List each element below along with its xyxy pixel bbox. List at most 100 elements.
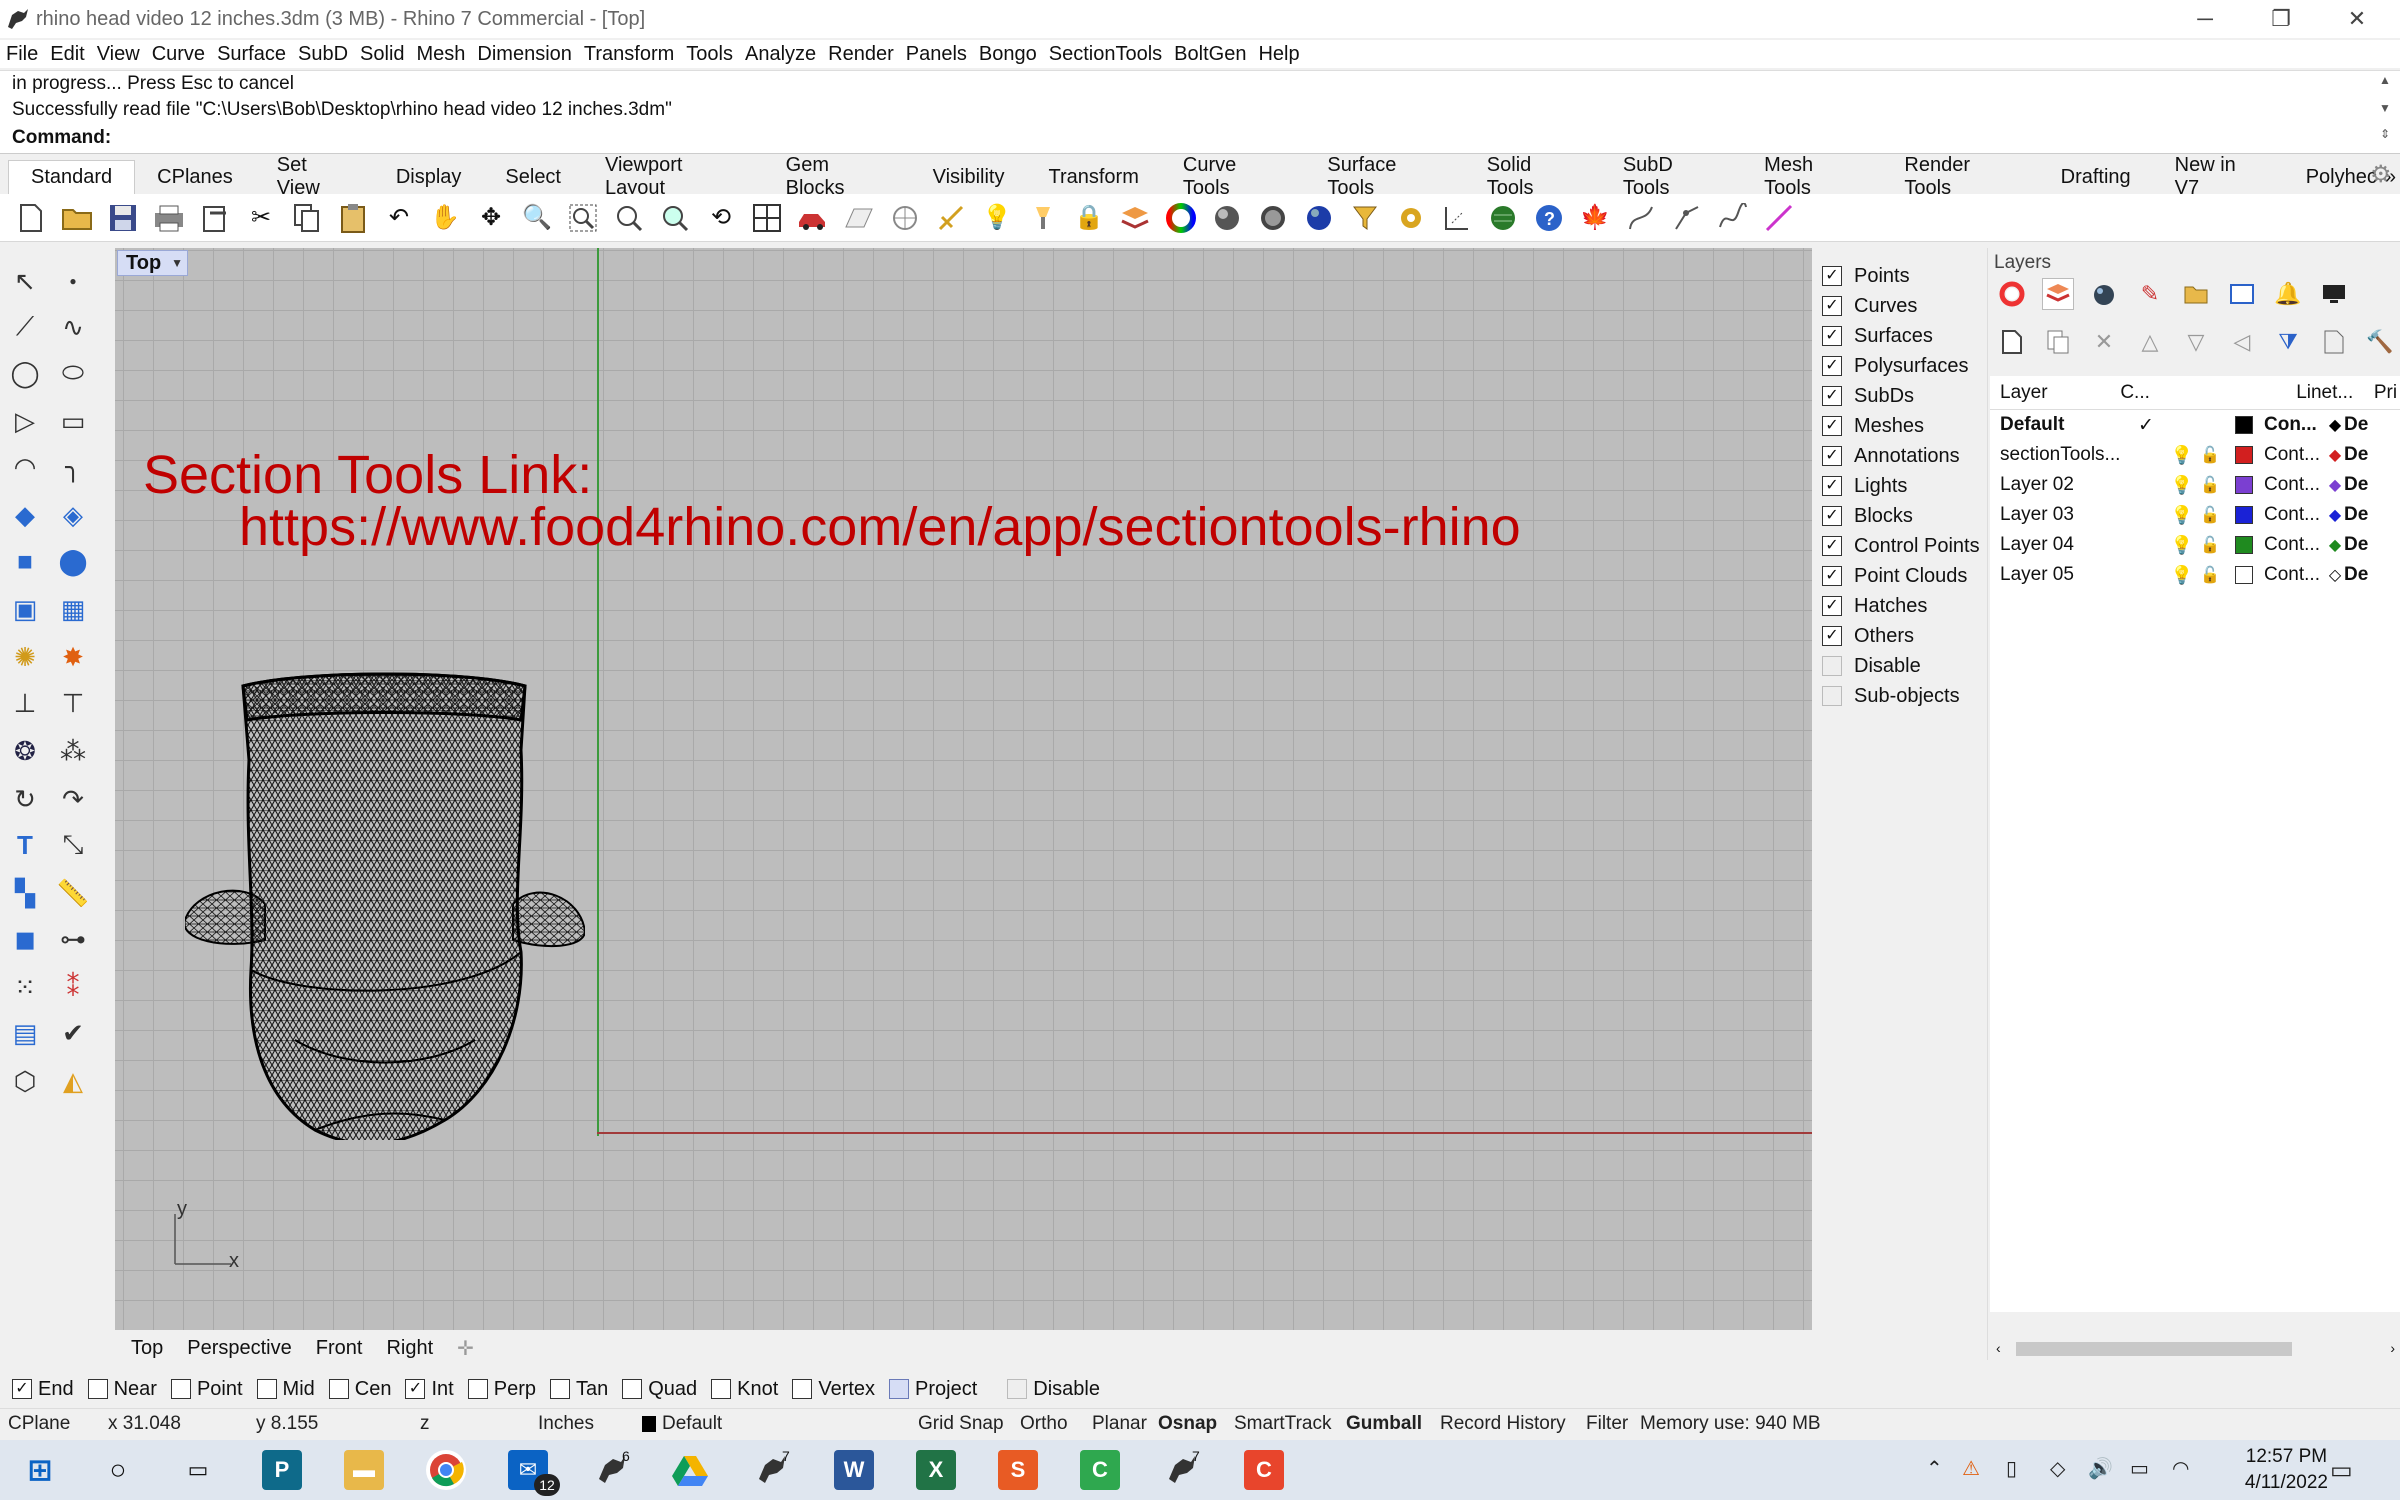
checkbox[interactable] xyxy=(889,1379,910,1399)
analyze-icon[interactable]: ◭ xyxy=(54,1062,92,1100)
menu-file[interactable]: File xyxy=(6,43,38,66)
color-swatch[interactable] xyxy=(2235,566,2253,584)
layer-row[interactable]: Layer 02 💡 🔓 Cont... ◆ De xyxy=(1990,470,2400,500)
zoom-window-icon[interactable] xyxy=(566,201,600,235)
menu-sectiontools[interactable]: SectionTools xyxy=(1049,43,1162,66)
menu-subd[interactable]: SubD xyxy=(298,43,348,66)
object-icon[interactable]: ⬡ xyxy=(6,1062,44,1100)
tab-subd-tools[interactable]: SubD Tools xyxy=(1601,154,1742,199)
add-viewport-icon[interactable]: ✛ xyxy=(457,1336,474,1361)
osnap-item[interactable]: Tan xyxy=(549,1378,608,1401)
menu-boltgen[interactable]: BoltGen xyxy=(1174,43,1246,66)
battery-icon[interactable]: ▭ xyxy=(2130,1456,2149,1481)
dimension-icon[interactable]: ⤡ xyxy=(54,826,92,864)
explode-icon[interactable]: ✸ xyxy=(54,638,92,676)
filter-item[interactable]: ✓ SubDs xyxy=(1822,382,1914,410)
display-rendered-icon[interactable] xyxy=(1256,201,1290,235)
osnap-item[interactable]: Knot xyxy=(711,1378,778,1401)
filter-item[interactable]: ✓ Meshes xyxy=(1822,412,1924,440)
filter-item[interactable]: ✓ Surfaces xyxy=(1822,322,1933,350)
layer-name[interactable]: Layer 04 xyxy=(1990,534,2124,556)
status-ortho[interactable]: Ortho xyxy=(1020,1413,1068,1435)
filter-item[interactable]: ✓ Blocks xyxy=(1822,502,1913,530)
menu-bongo[interactable]: Bongo xyxy=(979,43,1037,66)
move-parent-icon[interactable]: ◁ xyxy=(2226,326,2258,358)
tab-transform[interactable]: Transform xyxy=(1026,160,1160,194)
tab-solid-tools[interactable]: Solid Tools xyxy=(1465,154,1601,199)
filter-icon[interactable]: ⧩ xyxy=(2272,326,2304,358)
check-icon[interactable]: ✔ xyxy=(54,1014,92,1052)
print-color-icon[interactable]: ◆ xyxy=(2326,415,2344,435)
ellipse-icon[interactable]: ⬭ xyxy=(54,354,92,392)
undo-icon[interactable]: ↶ xyxy=(382,201,416,235)
layer-linetype[interactable]: Cont... xyxy=(2264,474,2326,496)
menu-transform[interactable]: Transform xyxy=(584,43,674,66)
layer-linetype[interactable]: Cont... xyxy=(2264,564,2326,586)
layer-name[interactable]: sectionTools... xyxy=(1990,444,2124,466)
checkbox[interactable] xyxy=(1822,656,1842,676)
osnap-item[interactable]: Near xyxy=(87,1378,157,1401)
layer-print-width[interactable]: De xyxy=(2344,534,2372,556)
maple-leaf-icon[interactable]: 🍁 xyxy=(1578,201,1612,235)
layer-color[interactable] xyxy=(2224,506,2264,524)
lock-icon[interactable]: 🔒 xyxy=(1072,201,1106,235)
tab-visibility[interactable]: Visibility xyxy=(911,160,1027,194)
viewport-tab-perspective[interactable]: Perspective xyxy=(187,1337,292,1360)
print-color-icon[interactable]: ◆ xyxy=(2326,535,2344,555)
scroll-down-icon[interactable]: ▼ xyxy=(2376,101,2394,115)
filter-item[interactable]: ✓ Point Clouds xyxy=(1822,562,1967,590)
status-planar[interactable]: Planar xyxy=(1092,1413,1147,1435)
minimize-button[interactable]: ─ xyxy=(2168,0,2242,38)
layer-row[interactable]: Default ✓ Con... ◆ De xyxy=(1990,410,2400,440)
tools-icon[interactable]: 🔨 xyxy=(2364,326,2396,358)
align-icon[interactable]: ⁑ xyxy=(54,968,92,1006)
color-wheel-icon[interactable] xyxy=(1164,201,1198,235)
open-file-icon[interactable] xyxy=(60,201,94,235)
light-bulb-icon[interactable]: 💡 xyxy=(2168,445,2196,466)
delete-layer-icon[interactable]: ✕ xyxy=(2088,326,2120,358)
named-view-tab-icon[interactable] xyxy=(2226,278,2258,310)
zoom-selected-icon[interactable] xyxy=(658,201,692,235)
tab-display[interactable]: Display xyxy=(374,160,484,194)
mesh-icon[interactable]: ▦ xyxy=(54,590,92,628)
light-bulb-icon[interactable]: 💡 xyxy=(980,201,1014,235)
layer-color[interactable] xyxy=(2224,416,2264,434)
curve-tool-icon[interactable] xyxy=(1624,201,1658,235)
gear-icon[interactable] xyxy=(1394,201,1428,235)
osnap-item[interactable]: Mid xyxy=(256,1378,315,1401)
point-icon[interactable]: ● xyxy=(54,262,92,300)
menu-panels[interactable]: Panels xyxy=(906,43,967,66)
render-tab-icon[interactable] xyxy=(2088,278,2120,310)
text-icon[interactable]: T xyxy=(6,826,44,864)
layer-linetype[interactable]: Cont... xyxy=(2264,534,2326,556)
checkbox[interactable]: ✓ xyxy=(1822,506,1842,526)
ruler-icon[interactable]: ⊶ xyxy=(54,920,92,958)
osnap-item[interactable]: Quad xyxy=(622,1378,697,1401)
circle-icon[interactable]: ◯ xyxy=(6,354,44,392)
osnap-item[interactable]: ✓ End xyxy=(12,1378,74,1401)
light-bulb-icon[interactable]: 💡 xyxy=(2168,535,2196,556)
display-tab-icon[interactable] xyxy=(2318,278,2350,310)
color-swatch[interactable] xyxy=(2235,476,2253,494)
four-viewports-icon[interactable] xyxy=(750,201,784,235)
viewport-tab-front[interactable]: Front xyxy=(316,1337,363,1360)
chrome-icon[interactable] xyxy=(426,1450,466,1490)
status-smarttrack[interactable]: SmartTrack xyxy=(1234,1413,1331,1435)
rotate-view-icon[interactable]: ✥ xyxy=(474,201,508,235)
filter-item[interactable]: ✓ Curves xyxy=(1822,292,1917,320)
status-osnap[interactable]: Osnap xyxy=(1158,1413,1217,1435)
rotate-icon[interactable]: ↻ xyxy=(6,780,44,818)
checkbox[interactable]: ✓ xyxy=(1822,476,1842,496)
surface-icon[interactable]: ◆ xyxy=(6,496,44,534)
taskbar-clock[interactable]: 12:57 PM 4/11/2022 xyxy=(2245,1444,2328,1496)
checkbox[interactable] xyxy=(467,1379,488,1399)
new-file-icon[interactable] xyxy=(14,201,48,235)
array-icon[interactable]: ⁙ xyxy=(6,968,44,1006)
column-linetype[interactable]: Linet... xyxy=(2296,382,2356,404)
color-wheel-icon[interactable] xyxy=(1996,278,2028,310)
checkbox[interactable]: ✓ xyxy=(1822,416,1842,436)
zoom-extents-icon[interactable] xyxy=(612,201,646,235)
filter-item[interactable]: ✓ Polysurfaces xyxy=(1822,352,1969,380)
layer-print-width[interactable]: De xyxy=(2344,444,2372,466)
ungroup-icon[interactable]: ⁂ xyxy=(54,732,92,770)
